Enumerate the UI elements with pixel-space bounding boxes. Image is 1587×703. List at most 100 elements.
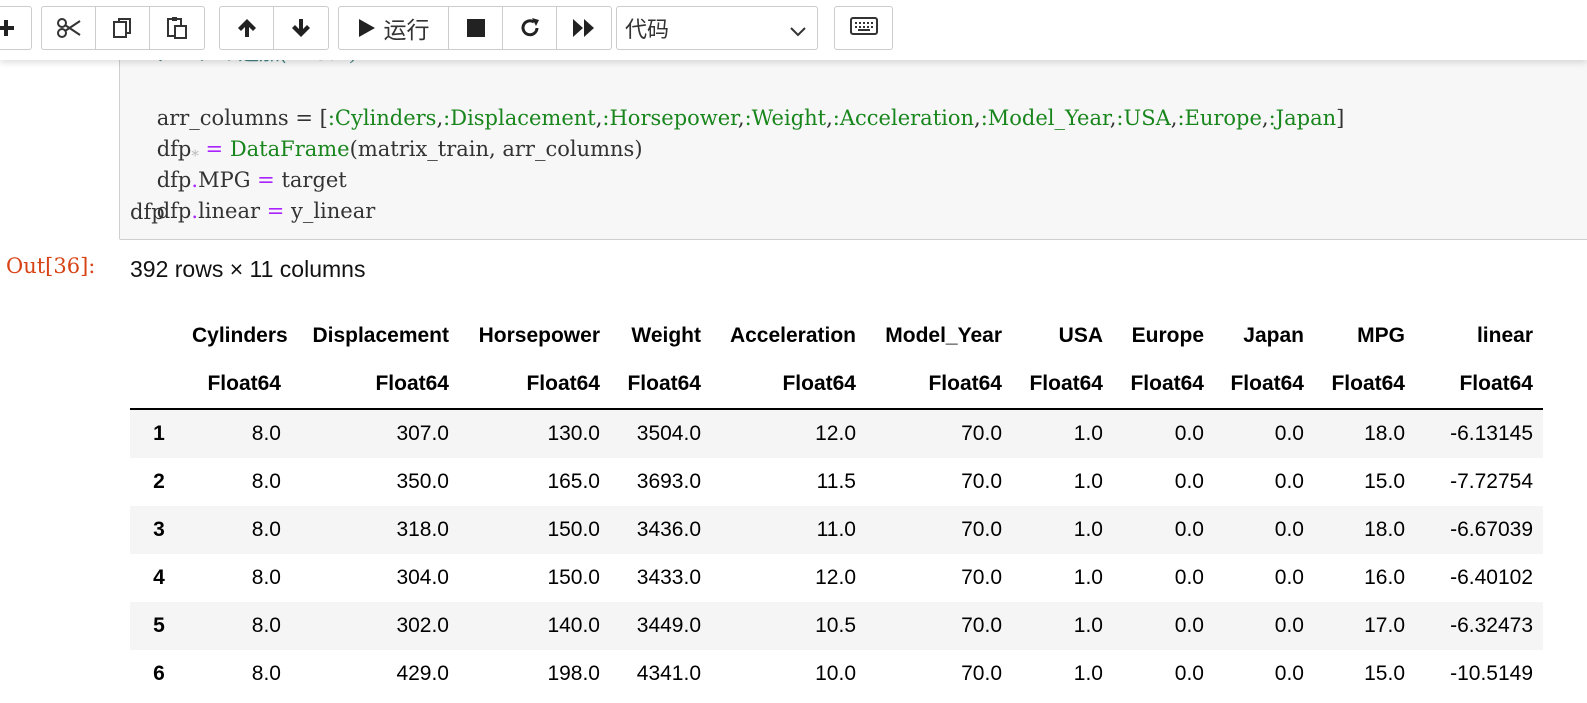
column-type: Float64: [1012, 360, 1113, 410]
move-up-button[interactable]: [220, 7, 274, 49]
row-index: 6: [153, 662, 165, 685]
column-type: Float64: [1214, 360, 1314, 410]
table-cell: 350.0: [396, 470, 449, 493]
notebook-toolbar: 运行 代码: [0, 0, 1587, 60]
table-cell: 1.0: [1073, 422, 1103, 445]
cell-type-select[interactable]: 代码: [616, 6, 818, 50]
restart-run-all-button[interactable]: [557, 7, 611, 49]
column-type: Float64: [1415, 360, 1543, 410]
scissors-icon: [56, 17, 82, 39]
table-cell: 0.0: [1274, 614, 1304, 637]
plus-icon: [0, 18, 16, 38]
move-group: [219, 6, 329, 50]
table-cell: 3504.0: [636, 422, 701, 445]
table-cell: 0.0: [1274, 662, 1304, 685]
table-cell: 70.0: [961, 422, 1002, 445]
column-header: Acceleration: [729, 324, 856, 347]
code-cell-input[interactable]: # データの追加(linear) arr_columns = [:Cylinde…: [119, 40, 1587, 240]
table-cell: 8.0: [251, 470, 281, 493]
table-row: 5 8.0 302.0 140.0 3449.0 10.5 70.0 1.0 0…: [130, 602, 1543, 650]
table-cell: 140.0: [547, 614, 600, 637]
paste-button[interactable]: [150, 7, 204, 49]
column-type: Float64: [610, 360, 711, 410]
table-cell: 165.0: [547, 470, 600, 493]
table-cell: 18.0: [1364, 518, 1405, 541]
table-cell: 18.0: [1364, 422, 1405, 445]
table-cell: 15.0: [1364, 662, 1405, 685]
interrupt-button[interactable]: [449, 7, 503, 49]
table-cell: -6.32473: [1450, 614, 1533, 637]
table-cell: 8.0: [251, 422, 281, 445]
table-cell: 302.0: [396, 614, 449, 637]
table-cell: -6.13145: [1450, 422, 1533, 445]
row-index: 4: [153, 566, 165, 589]
code-symbol: :Acceleration: [832, 106, 975, 130]
table-cell: 318.0: [396, 518, 449, 541]
header-row: Cylinders Displacement Horsepower Weight…: [130, 312, 1543, 360]
table-cell: 10.0: [815, 662, 856, 685]
table-cell: 198.0: [547, 662, 600, 685]
table-cell: 3449.0: [636, 614, 701, 637]
row-index: 3: [153, 518, 165, 541]
copy-button[interactable]: [96, 7, 150, 49]
copy-icon: [111, 16, 135, 40]
table-cell: -6.67039: [1450, 518, 1533, 541]
code-line-linear: dfp.linear = y_linear: [130, 166, 376, 223]
keyboard-icon: [849, 16, 878, 40]
table-cell: 150.0: [547, 566, 600, 589]
code-symbol: :USA: [1116, 106, 1171, 130]
table-cell: 70.0: [961, 614, 1002, 637]
table-cell: 0.0: [1174, 518, 1204, 541]
table-cell: 1.0: [1073, 566, 1103, 589]
table-cell: 11.5: [816, 470, 856, 493]
table-cell: 8.0: [251, 518, 281, 541]
output-prompt: Out[36]:: [6, 254, 96, 278]
column-header: Europe: [1131, 324, 1204, 347]
table-cell: 12.0: [815, 566, 856, 589]
table-cell: 1.0: [1073, 662, 1103, 685]
column-header: Horsepower: [478, 324, 600, 347]
table-cell: 8.0: [251, 566, 281, 589]
cell-type-value: 代码: [625, 18, 670, 43]
code-symbol: :Japan: [1268, 106, 1337, 130]
code-text: (matrix_train, arr_columns): [349, 137, 643, 161]
table-cell: 304.0: [396, 566, 449, 589]
refresh-icon: [519, 17, 541, 39]
table-row: 1 8.0 307.0 130.0 3504.0 12.0 70.0 1.0 0…: [130, 409, 1543, 458]
column-type: Float64: [1314, 360, 1415, 410]
play-icon: [358, 18, 376, 38]
dataframe-table: Cylinders Displacement Horsepower Weight…: [130, 312, 1543, 698]
table-cell: 150.0: [547, 518, 600, 541]
column-type: Float64: [291, 360, 459, 410]
table-cell: 15.0: [1364, 470, 1405, 493]
insert-cell-button[interactable]: [0, 7, 31, 49]
row-index: 2: [153, 470, 165, 493]
column-header: linear: [1476, 324, 1533, 347]
run-button[interactable]: 运行: [339, 7, 449, 49]
code-line-arr-columns: arr_columns = [:Cylinders,:Displacement,…: [156, 106, 1345, 130]
table-cell: 70.0: [961, 470, 1002, 493]
table-row: 6 8.0 429.0 198.0 4341.0 10.0 70.0 1.0 0…: [130, 650, 1543, 698]
command-palette-button[interactable]: [834, 6, 893, 50]
arrow-down-icon: [290, 17, 312, 39]
run-label: 运行: [383, 18, 430, 44]
insert-group: [0, 6, 32, 50]
code-symbol: :Europe: [1177, 106, 1262, 130]
column-type: Float64: [866, 360, 1012, 410]
move-down-button[interactable]: [274, 7, 328, 49]
row-index: 5: [153, 614, 165, 637]
code-line-dfp: dfp: [130, 200, 165, 224]
code-text: y_linear: [284, 199, 376, 223]
code-line-mpg: dfp.MPG = target: [130, 135, 347, 192]
code-symbol: :Weight: [744, 106, 827, 130]
column-header: Model_Year: [885, 324, 1002, 347]
cut-button[interactable]: [42, 7, 96, 49]
table-cell: 8.0: [251, 662, 281, 685]
code-text: linear: [198, 199, 267, 223]
table-row: 3 8.0 318.0 150.0 3436.0 11.0 70.0 1.0 0…: [130, 506, 1543, 554]
table-cell: 0.0: [1174, 566, 1204, 589]
type-row: Float64 Float64 Float64 Float64 Float64 …: [130, 360, 1543, 410]
chevron-down-icon: [789, 20, 807, 45]
restart-button[interactable]: [503, 7, 557, 49]
table-cell: 0.0: [1174, 662, 1204, 685]
